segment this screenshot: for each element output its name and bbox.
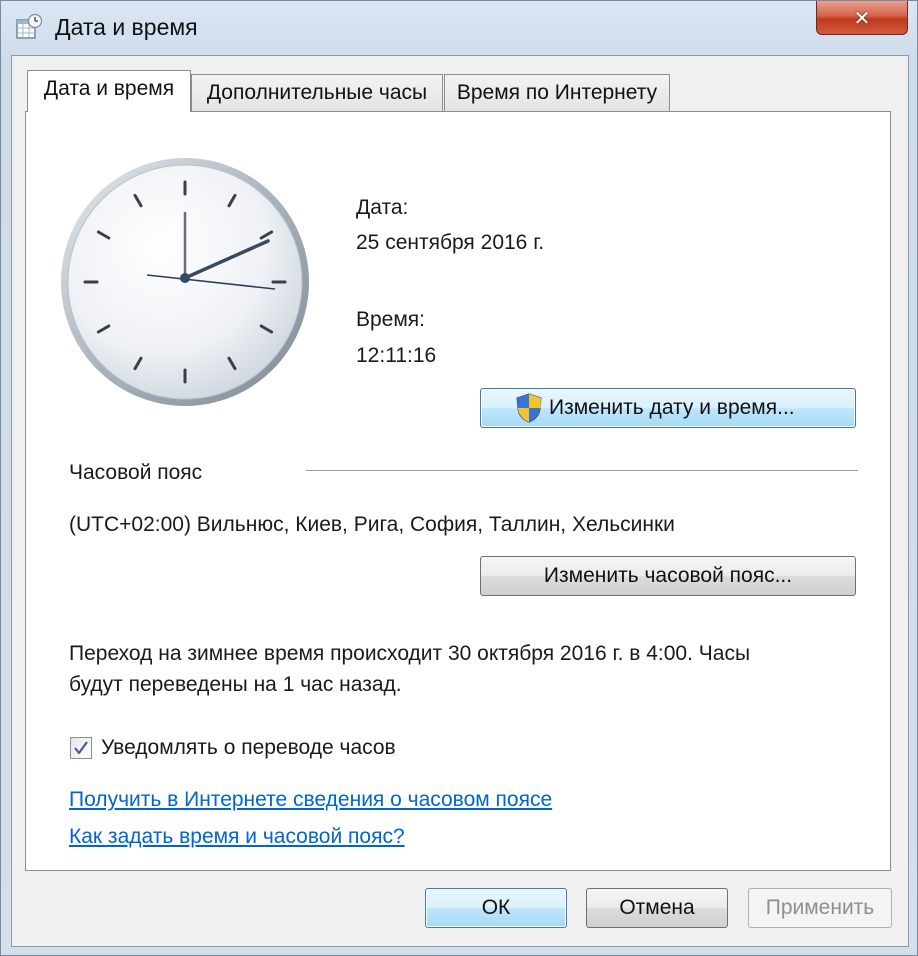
cancel-button[interactable]: Отмена: [586, 888, 728, 928]
dst-info-line2: будут переведены на 1 час назад.: [69, 673, 402, 696]
apply-button[interactable]: Применить: [748, 888, 892, 928]
ok-button[interactable]: ОК: [425, 888, 567, 928]
tab-date-time[interactable]: Дата и время: [27, 70, 191, 112]
close-icon: ✕: [853, 5, 871, 30]
change-timezone-label: Изменить часовой пояс...: [543, 564, 793, 587]
apply-label: Применить: [765, 896, 875, 919]
calendar-clock-icon: [16, 13, 43, 39]
notify-dst-checkbox[interactable]: [70, 737, 92, 759]
dst-info-line1: Переход на зимнее время происходит 30 ок…: [69, 642, 751, 665]
cancel-label: Отмена: [619, 896, 695, 919]
notify-dst-label[interactable]: Уведомлять о переводе часов: [101, 735, 396, 761]
how-to-set-time-link[interactable]: Как задать время и часовой пояс?: [69, 824, 405, 850]
analog-clock: [61, 158, 309, 406]
close-button[interactable]: ✕: [816, 1, 908, 35]
tab-additional-clocks[interactable]: Дополнительные часы: [191, 74, 443, 112]
change-date-time-label: Изменить дату и время...: [549, 396, 795, 419]
tab-internet-time[interactable]: Время по Интернету: [444, 74, 670, 112]
date-label: Дата:: [356, 196, 409, 219]
date-value: 25 сентября 2016 г.: [356, 231, 545, 254]
change-date-time-button[interactable]: Изменить дату и время...: [480, 388, 856, 428]
date-time-dialog: Дата и время ✕ Дата и время Дополнительн…: [0, 0, 918, 956]
time-value: 12:11:16: [356, 344, 437, 367]
checkmark-icon: [74, 741, 88, 755]
window-title: Дата и время: [55, 14, 198, 40]
time-label: Время:: [356, 308, 426, 331]
timezone-section-label: Часовой пояс: [69, 461, 203, 484]
ok-label: ОК: [481, 896, 511, 919]
timezone-info-link[interactable]: Получить в Интернете сведения о часовом …: [69, 787, 552, 813]
title-bar[interactable]: Дата и время ✕: [1, 1, 917, 53]
uac-shield-icon: [516, 393, 542, 423]
change-timezone-button[interactable]: Изменить часовой пояс...: [480, 556, 856, 596]
timezone-value: (UTC+02:00) Вильнюс, Киев, Рига, София, …: [69, 513, 675, 536]
timezone-separator: [306, 470, 858, 471]
